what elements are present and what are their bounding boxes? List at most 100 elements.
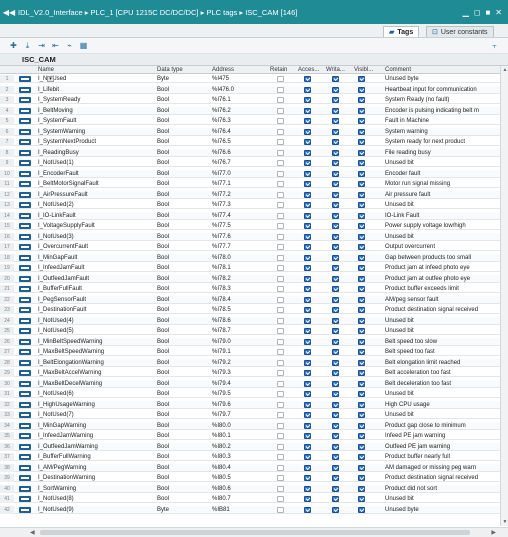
writable-checkbox[interactable] bbox=[332, 317, 344, 325]
tag-address[interactable]: %I79.0 bbox=[212, 338, 269, 346]
tag-name[interactable]: I_BeltMoving bbox=[38, 107, 156, 115]
table-row[interactable]: 4 I_BeltMoving Bool %I76.2 Encoder is pulsin… bbox=[0, 106, 500, 115]
tag-address[interactable]: %I78.4 bbox=[212, 296, 269, 304]
tag-name[interactable]: I_AirPressureFault bbox=[38, 191, 156, 199]
insert-row-icon[interactable]: ⤓ bbox=[22, 40, 33, 51]
tag-name[interactable]: I_SortWarning bbox=[38, 485, 156, 493]
table-row[interactable]: 32 I_HighUsageWarning Bool %I79.6 High CPU u… bbox=[0, 400, 500, 409]
tag-name[interactable]: I_MaxBeltAccelWarning bbox=[38, 369, 156, 377]
retain-checkbox[interactable] bbox=[277, 264, 291, 272]
retain-checkbox[interactable] bbox=[277, 149, 291, 157]
row-number[interactable]: 18 bbox=[0, 253, 14, 262]
tag-comment[interactable]: Outfeed PE jam warning bbox=[385, 443, 500, 451]
tag-name[interactable]: I_NotUsed(9) bbox=[38, 506, 156, 514]
accessible-checkbox[interactable] bbox=[304, 275, 316, 283]
tag-comment[interactable]: Unused bit bbox=[385, 495, 500, 503]
tag-name[interactable]: I_BufferFullFault bbox=[38, 285, 156, 293]
writable-checkbox[interactable] bbox=[332, 86, 344, 94]
writable-checkbox[interactable] bbox=[332, 128, 344, 136]
tag-comment[interactable]: Output overcurrent bbox=[385, 243, 500, 251]
writable-checkbox[interactable] bbox=[332, 306, 344, 314]
tag-address[interactable]: %I76.4 bbox=[212, 128, 269, 136]
tag-name[interactable]: I_DestinationWarning bbox=[38, 474, 156, 482]
col-header-visible[interactable]: Visibl... bbox=[354, 66, 373, 74]
accessible-checkbox[interactable] bbox=[304, 401, 316, 409]
tag-name[interactable]: I_VoltageSupplyFault bbox=[38, 222, 156, 230]
tag-data-type[interactable]: Bool bbox=[157, 128, 212, 136]
accessible-checkbox[interactable] bbox=[304, 495, 316, 503]
tag-data-type[interactable]: Bool bbox=[157, 474, 212, 482]
writable-checkbox[interactable] bbox=[332, 243, 344, 251]
tag-address[interactable]: %I78.2 bbox=[212, 275, 269, 283]
tag-address[interactable]: %I78.1 bbox=[212, 264, 269, 272]
tag-comment[interactable]: Product gap close to minimum bbox=[385, 422, 500, 430]
tag-address[interactable]: %I78.0 bbox=[212, 254, 269, 262]
vertical-scrollbar[interactable]: ▲ ▼ bbox=[500, 66, 508, 526]
tag-address[interactable]: %I78.5 bbox=[212, 306, 269, 314]
tag-comment[interactable]: Heartbeat input for communication bbox=[385, 86, 500, 94]
table-row[interactable]: 33 I_NotUsed(7) Bool %I79.7 Unused bit bbox=[0, 411, 500, 420]
visible-checkbox[interactable] bbox=[358, 191, 370, 199]
tag-address[interactable]: %I79.3 bbox=[212, 369, 269, 377]
table-row[interactable]: 1 I_NotUsedByte%I475 ▾ Unused byte bbox=[0, 75, 500, 84]
tag-data-type[interactable]: Bool bbox=[157, 359, 212, 367]
tag-name[interactable]: I_MinGapWarning bbox=[38, 422, 156, 430]
visible-checkbox[interactable] bbox=[358, 275, 370, 283]
tag-data-type[interactable]: Bool bbox=[157, 443, 212, 451]
table-row[interactable]: 26 I_MinBeltSpeedWarning Bool %I79.0 Belt sp… bbox=[0, 337, 500, 346]
tag-comment[interactable]: Product buffer exceeds limit bbox=[385, 285, 500, 293]
tag-name[interactable]: I_SystemWarning bbox=[38, 128, 156, 136]
visible-checkbox[interactable] bbox=[358, 222, 370, 230]
tag-comment[interactable]: Unused bit bbox=[385, 201, 500, 209]
row-number[interactable]: 2 bbox=[0, 85, 14, 94]
table-row[interactable]: 5 I_SystemFault Bool %I76.3 Fault in Machine bbox=[0, 117, 500, 126]
tag-name[interactable]: I_Lifebit bbox=[38, 86, 156, 94]
row-number[interactable]: 11 bbox=[0, 180, 14, 188]
visible-checkbox[interactable] bbox=[358, 432, 370, 440]
tag-address[interactable]: %I77.5 bbox=[212, 222, 269, 230]
accessible-checkbox[interactable] bbox=[304, 464, 316, 472]
tag-name[interactable]: I_ReadingBusy bbox=[38, 149, 156, 157]
accessible-checkbox[interactable] bbox=[304, 159, 316, 167]
tag-comment[interactable]: Air pressure fault bbox=[385, 191, 500, 199]
table-row[interactable]: 14 I_IO-LinkFault Bool %I77.4 IO-Link Fault bbox=[0, 211, 500, 220]
tag-name[interactable]: I_NotUsed(8) bbox=[38, 495, 156, 503]
tag-address[interactable]: %I79.2 bbox=[212, 359, 269, 367]
retain-checkbox[interactable] bbox=[277, 453, 291, 461]
accessible-checkbox[interactable] bbox=[304, 296, 316, 304]
retain-checkbox[interactable] bbox=[277, 86, 291, 94]
tag-data-type[interactable]: Bool bbox=[157, 233, 212, 241]
visible-checkbox[interactable] bbox=[358, 264, 370, 272]
settings-icon[interactable]: ⫟ bbox=[489, 40, 500, 51]
tag-data-type[interactable]: Bool bbox=[157, 306, 212, 314]
table-row[interactable]: 34 I_MinGapWarning Bool %I80.0 Product gap c… bbox=[0, 421, 500, 430]
row-number[interactable]: 42 bbox=[0, 505, 14, 514]
accessible-checkbox[interactable] bbox=[304, 107, 316, 115]
tag-data-type[interactable]: Bool bbox=[157, 369, 212, 377]
tag-address[interactable]: %I80.7 bbox=[212, 495, 269, 503]
col-header-retain[interactable]: Retain bbox=[270, 66, 287, 74]
visible-checkbox[interactable] bbox=[358, 317, 370, 325]
tag-data-type[interactable]: Bool bbox=[157, 327, 212, 335]
tag-data-type[interactable]: Byte bbox=[157, 506, 212, 514]
tag-name[interactable]: I_NotUsed bbox=[38, 75, 156, 83]
table-row[interactable]: 9 I_NotUsed(1) Bool %I76.7 Unused bit bbox=[0, 159, 500, 168]
retain-checkbox[interactable] bbox=[277, 243, 291, 251]
writable-checkbox[interactable] bbox=[332, 432, 344, 440]
tag-address[interactable]: %I76.5 bbox=[212, 138, 269, 146]
row-number[interactable]: 24 bbox=[0, 316, 14, 325]
tag-name[interactable]: I_MaxBeltSpeedWarning bbox=[38, 348, 156, 356]
table-row[interactable]: 36 I_OutfeedJamWarning Bool %I80.2 Outfeed P… bbox=[0, 442, 500, 451]
tag-comment[interactable]: Product destination signal received bbox=[385, 306, 500, 314]
tag-data-type[interactable]: Byte bbox=[157, 75, 212, 83]
tag-name[interactable]: I_NotUsed(7) bbox=[38, 411, 156, 419]
tag-comment[interactable]: IO-Link Fault bbox=[385, 212, 500, 220]
tag-data-type[interactable]: Bool bbox=[157, 275, 212, 283]
tag-data-type[interactable]: Bool bbox=[157, 86, 212, 94]
tag-address[interactable]: %I79.4 bbox=[212, 380, 269, 388]
tag-comment[interactable]: AM damaged or missing peg warn bbox=[385, 464, 500, 472]
visible-checkbox[interactable] bbox=[358, 338, 370, 346]
visible-checkbox[interactable] bbox=[358, 369, 370, 377]
writable-checkbox[interactable] bbox=[332, 474, 344, 482]
visible-checkbox[interactable] bbox=[358, 117, 370, 125]
